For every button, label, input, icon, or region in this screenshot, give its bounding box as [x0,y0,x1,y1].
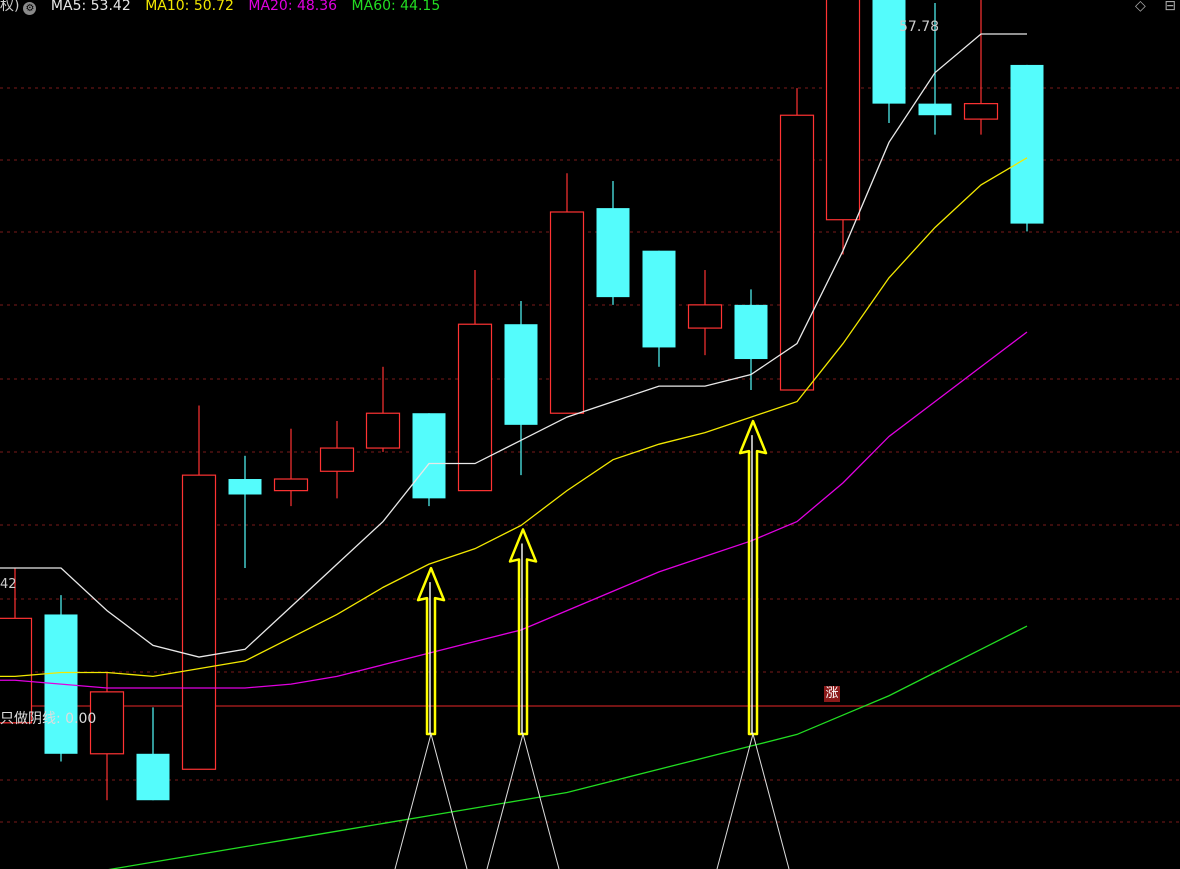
candle-body [1010,64,1044,224]
candlestick-chart [0,0,1180,869]
candle-body [687,304,723,329]
candle-body [457,323,493,492]
moving-average-lines [0,33,1028,869]
candle-body [549,211,585,414]
candle-body [228,479,262,495]
max-price-label: 57.78 [899,19,940,35]
candle-body [319,447,355,472]
candle-body [872,0,906,104]
candle-body [136,753,170,801]
candle-body [825,0,861,221]
ma60-line [108,625,1028,869]
signal-spike [486,732,560,869]
candle-body [181,474,217,770]
candle-body [504,324,538,425]
candle-body [734,304,768,360]
lower-panel [394,732,790,869]
rise-badge: 涨 [824,686,840,702]
candle-body [365,412,401,449]
grid-lines [0,87,1180,823]
candle-body [918,103,952,116]
candle-body [642,250,676,348]
candle-body [412,413,446,499]
signal-arrow [738,419,768,736]
candle-body [963,103,999,120]
signal-spike [394,732,468,869]
candle-body [596,208,630,298]
candle-body [273,478,309,492]
candle-body [779,114,815,391]
signal-arrow [416,566,446,736]
lower-indicator-label: 只做阴线: 0.00 [0,711,97,727]
left-price-label: 42 [0,577,17,592]
signal-spike [716,732,790,869]
